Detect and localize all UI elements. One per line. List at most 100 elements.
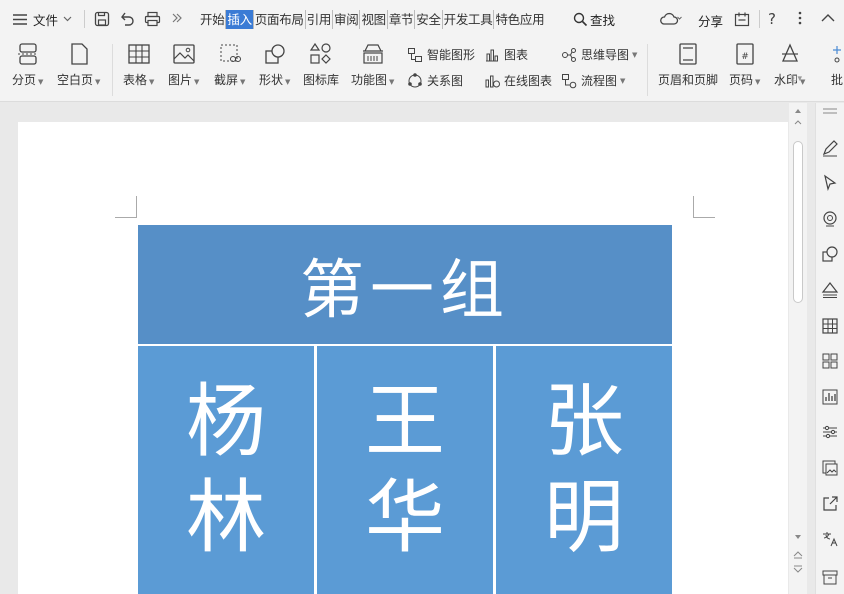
page-number-button[interactable]: # 页码 ▼: [729, 42, 760, 88]
vertical-scrollbar[interactable]: [789, 103, 807, 594]
table-cell-member-1[interactable]: 杨 林: [138, 346, 314, 594]
flowchart-label: 流程图: [581, 74, 618, 88]
translate-icon[interactable]: [821, 530, 839, 548]
blank-page-button[interactable]: 空白页 ▼: [57, 42, 100, 88]
relation-chart-icon: [408, 72, 422, 87]
collapse-ribbon-icon[interactable]: [734, 11, 750, 27]
search-button[interactable]: 查找: [573, 9, 615, 29]
menu-dash-icon[interactable]: [821, 107, 839, 115]
page-break-label: 分页: [12, 73, 37, 87]
mind-map-button[interactable]: 思维导图 ▼: [561, 46, 637, 63]
save-icon[interactable]: [94, 11, 110, 27]
scrollbar-thumb[interactable]: [793, 141, 803, 303]
tab-special-apps[interactable]: 特色应用: [494, 10, 545, 29]
ribbon-expand-icon[interactable]: ⊡▾: [790, 74, 802, 84]
table-cell-member-3[interactable]: 张 明: [496, 346, 672, 594]
chevron-up-icon[interactable]: [821, 13, 835, 22]
tab-review[interactable]: 审阅: [333, 10, 361, 29]
image-panel-icon[interactable]: [821, 459, 839, 477]
table-grid-icon[interactable]: [821, 317, 839, 335]
pen-icon[interactable]: [821, 139, 839, 157]
truncated-ribbon-button[interactable]: 批: [830, 42, 844, 88]
tab-page-layout[interactable]: 页面布局: [254, 10, 306, 29]
sliders-icon[interactable]: [821, 423, 839, 441]
online-chart-icon: [485, 75, 500, 87]
tab-view[interactable]: 视图: [360, 10, 388, 29]
online-chart-label: 在线图表: [504, 74, 553, 88]
scroll-up-small-icon[interactable]: [794, 119, 802, 127]
print-icon[interactable]: [144, 11, 161, 27]
table-button[interactable]: 表格 ▼: [123, 42, 154, 88]
flowchart-icon: [562, 73, 577, 88]
divider: [647, 44, 648, 96]
hamburger-icon: [12, 13, 28, 26]
scroll-up-icon[interactable]: [794, 107, 802, 115]
member-name-char: 明: [544, 471, 624, 564]
search-icon: [573, 12, 588, 27]
screenshot-icon: [220, 44, 241, 62]
picture-button[interactable]: 图片 ▼: [168, 42, 199, 88]
page-down-icon[interactable]: [793, 565, 803, 575]
smart-graphic-button[interactable]: 智能图形: [407, 46, 475, 63]
chevron-down-icon: [63, 16, 72, 22]
page-up-icon[interactable]: [793, 549, 803, 559]
truncated-ribbon-label: 批: [830, 73, 843, 87]
chart-button[interactable]: 图表: [484, 46, 528, 63]
smart-graphic-icon: [408, 47, 422, 62]
icon-library-button[interactable]: 图标库: [303, 42, 339, 88]
sparkle-icon: [833, 46, 841, 63]
table-cell-member-2[interactable]: 王 华: [317, 346, 493, 594]
icon-library-label: 图标库: [303, 73, 340, 87]
shape-label: 形状: [259, 73, 284, 87]
shape-icon: [265, 44, 285, 64]
archive-icon[interactable]: [821, 568, 839, 586]
group-table[interactable]: 第一组 杨 林 王 华 张 明: [138, 225, 672, 594]
blank-page-label: 空白页: [57, 73, 94, 87]
tab-security[interactable]: 安全: [415, 10, 443, 29]
crop-mark-top-right: [693, 196, 715, 218]
scroll-down-icon[interactable]: [794, 533, 802, 541]
shape-button[interactable]: 形状 ▼: [259, 42, 290, 88]
function-chart-icon: [362, 44, 383, 64]
function-chart-button[interactable]: 功能图 ▼: [351, 42, 394, 88]
more-options-icon[interactable]: [798, 11, 802, 25]
document-page[interactable]: 第一组 杨 林 王 华 张 明: [18, 122, 788, 594]
relation-chart-button[interactable]: 关系图: [407, 72, 463, 89]
share-button[interactable]: 分享: [698, 10, 723, 30]
member-name-char: 华: [365, 471, 445, 564]
stamp-icon[interactable]: [821, 210, 839, 228]
file-menu[interactable]: 文件: [12, 9, 72, 29]
export-icon[interactable]: [821, 495, 839, 513]
bar-chart-side-icon[interactable]: [821, 388, 839, 406]
cursor-select-icon[interactable]: [821, 174, 839, 192]
blank-page-icon: [71, 43, 88, 65]
page-break-button[interactable]: 分页 ▼: [12, 42, 43, 88]
cloud-sync-icon[interactable]: [660, 12, 682, 26]
table-header-cell[interactable]: 第一组: [138, 225, 672, 344]
divider: [112, 44, 113, 96]
ribbon-tabs: 开始 插入 页面布局 引用 审阅 视图 章节 安全 开发工具 特色应用: [199, 10, 545, 29]
member-name-char: 杨: [186, 375, 266, 468]
member-name-char: 王: [365, 375, 445, 468]
picture-icon: [173, 44, 195, 64]
chart-label: 图表: [504, 48, 529, 62]
more-chevrons-icon[interactable]: [171, 11, 183, 25]
function-chart-label: 功能图: [351, 73, 388, 87]
layers-icon[interactable]: [821, 281, 839, 299]
document-area: 第一组 杨 林 王 华 张 明: [0, 103, 815, 594]
tab-insert[interactable]: 插入: [226, 10, 254, 29]
picture-label: 图片: [168, 73, 193, 87]
tab-home[interactable]: 开始: [199, 10, 227, 29]
tab-section[interactable]: 章节: [388, 10, 416, 29]
online-chart-button[interactable]: 在线图表: [484, 72, 552, 89]
bar-chart-icon: [486, 49, 498, 61]
header-footer-button[interactable]: 页眉和页脚: [658, 42, 718, 88]
flowchart-button[interactable]: 流程图 ▼: [561, 72, 625, 89]
help-icon[interactable]: ?: [768, 10, 776, 28]
apps-grid-icon[interactable]: [821, 352, 839, 370]
tab-references[interactable]: 引用: [306, 10, 334, 29]
undo-icon[interactable]: [119, 11, 135, 27]
tab-developer[interactable]: 开发工具: [443, 10, 495, 29]
screenshot-button[interactable]: 截屏 ▼: [214, 42, 245, 88]
shapes-icon[interactable]: [821, 245, 839, 263]
